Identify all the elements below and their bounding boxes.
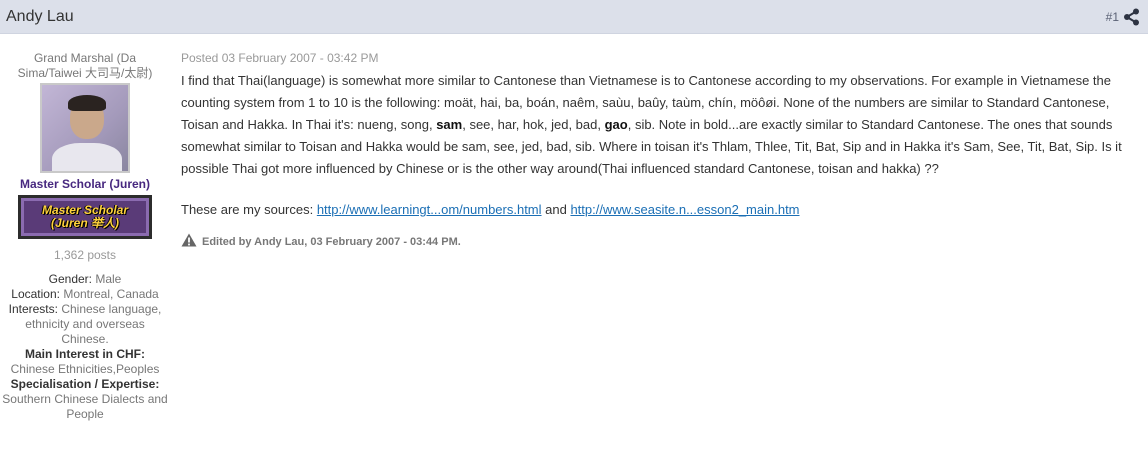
author-sidebar: Grand Marshal (Da Sima/Taiwei 大司马/太尉) Ma… [0,34,170,422]
edited-notice: Edited by Andy Lau, 03 February 2007 - 0… [181,233,1138,250]
bold-gao: gao [604,117,628,132]
sources-and: and [541,202,571,217]
bold-sam: sam [436,117,463,132]
specialisation-label: Specialisation / Expertise: [10,377,160,391]
sources-line: These are my sources: http://www.learnin… [181,202,1138,217]
rank-badge-line2: (Juren 举人) [50,216,119,230]
post-content: Posted 03 February 2007 - 03:42 PM I fin… [170,34,1148,422]
header-actions: #1 [1106,8,1140,26]
main-interest-value: Chinese Ethnicities,Peoples [10,362,160,376]
location-field: Location: Montreal, Canada [0,287,170,302]
main-interest-label: Main Interest in CHF: [24,347,145,361]
rank-badge-image: Master Scholar (Juren 举人) [18,195,152,239]
interests-label: Interests: [8,302,58,316]
post-number-link[interactable]: #1 [1106,10,1119,24]
post-text-part2: , see, har, hok, jed, bad, [462,117,605,132]
member-title: Grand Marshal (Da Sima/Taiwei 大司马/太尉) [17,51,153,80]
user-avatar[interactable] [40,83,130,173]
post-count: 1,362 posts [53,248,117,262]
source-link-seasite[interactable]: http://www.seasite.n...esson2_main.htm [570,202,799,217]
specialisation-field: Specialisation / Expertise: Southern Chi… [0,377,170,422]
warning-icon [181,233,197,250]
rank-name: Master Scholar (Juren) [19,177,151,191]
post-body: Grand Marshal (Da Sima/Taiwei 大司马/太尉) Ma… [0,34,1148,422]
edited-text: Edited by Andy Lau, 03 February 2007 - 0… [202,235,461,248]
profile-fields: Gender: Male Location: Montreal, Canada … [0,272,170,422]
specialisation-value: Southern Chinese Dialects and People [2,392,168,421]
sources-label: These are my sources: [181,202,317,217]
gender-field: Gender: Male [0,272,170,287]
post-date: Posted 03 February 2007 - 03:42 PM [181,51,379,65]
main-interest-field: Main Interest in CHF: Chinese Ethnicitie… [0,347,170,377]
share-icon[interactable] [1123,8,1140,26]
interests-field: Interests: Chinese language, ethnicity a… [0,302,170,347]
gender-label: Gender: [48,272,92,286]
author-name[interactable]: Andy Lau [6,8,74,26]
location-label: Location: [11,287,60,301]
location-value: Montreal, Canada [63,287,159,301]
post-text: I find that Thai(language) is somewhat m… [181,70,1131,180]
source-link-numbers[interactable]: http://www.learningt...om/numbers.html [317,202,542,217]
post-header: Andy Lau #1 [0,0,1148,34]
gender-value: Male [95,272,122,286]
